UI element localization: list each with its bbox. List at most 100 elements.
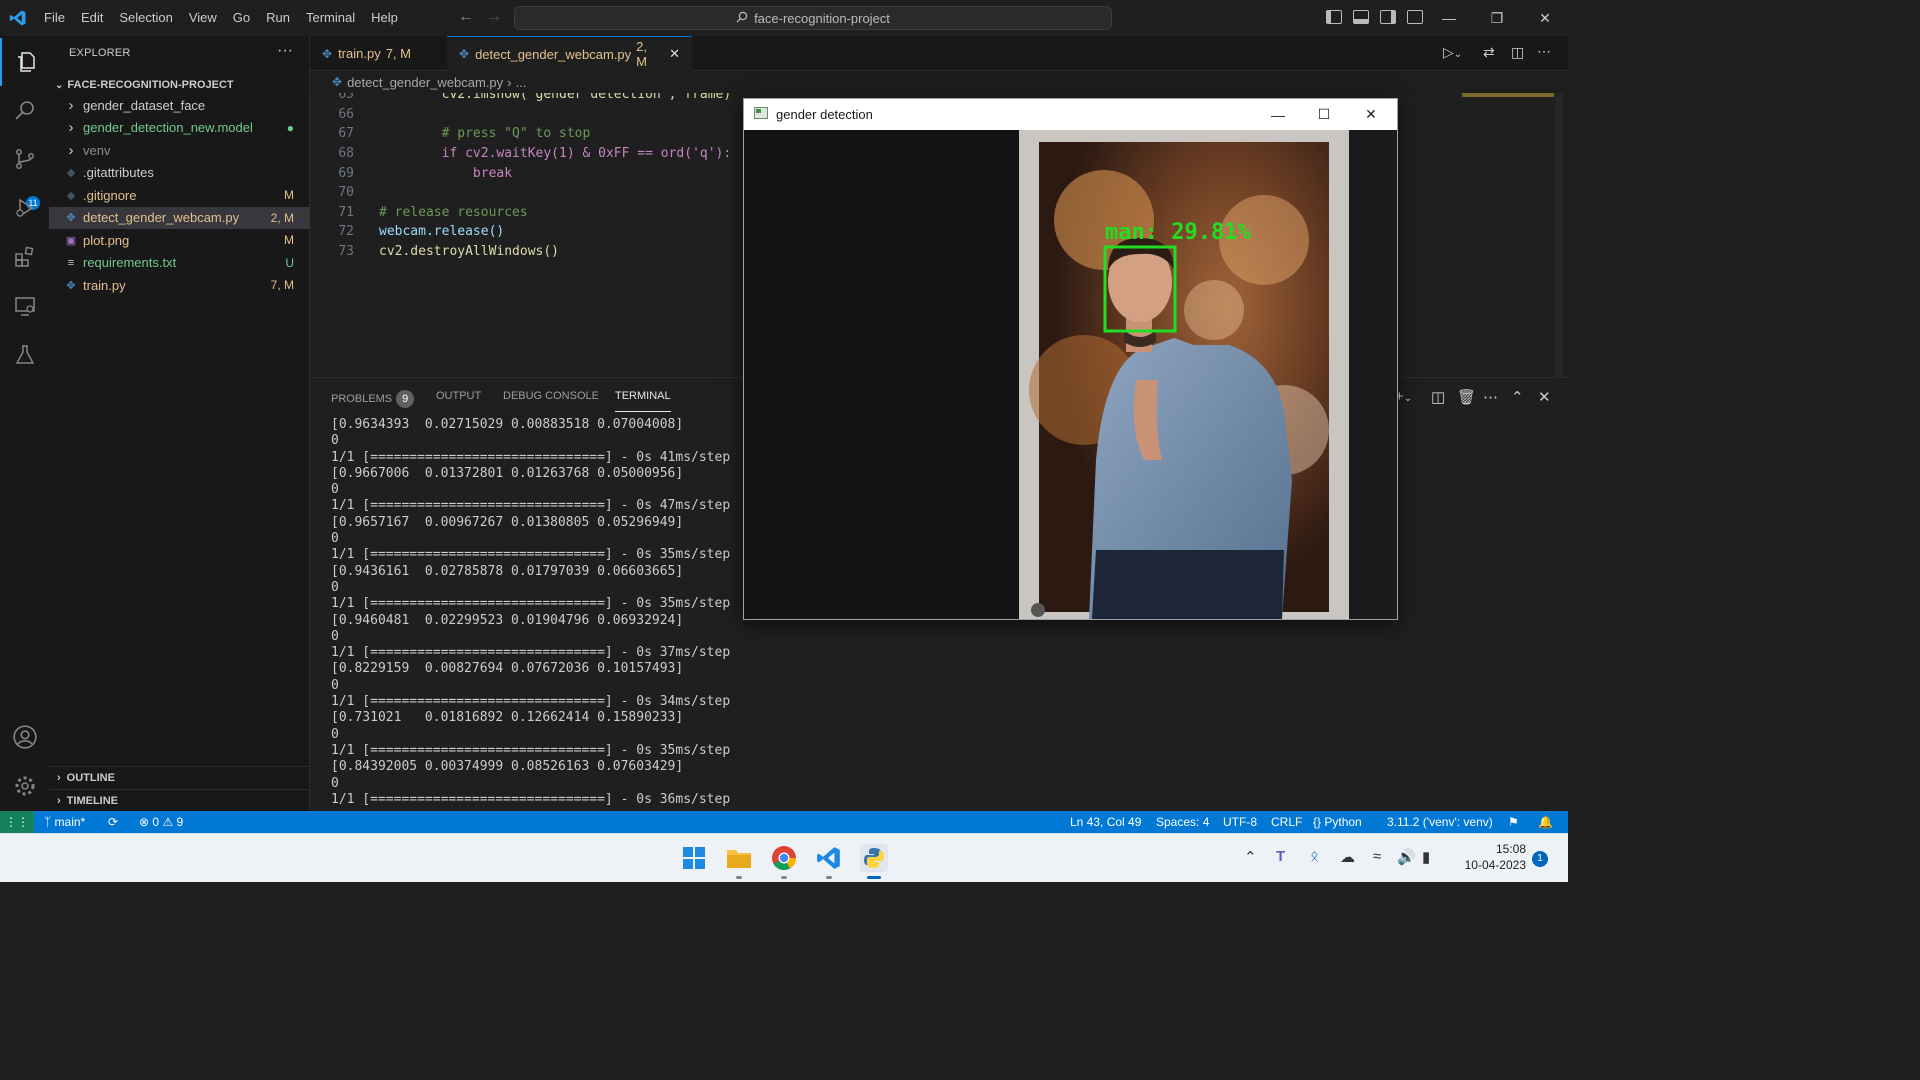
- breadcrumb-file[interactable]: detect_gender_webcam.py: [347, 75, 503, 90]
- explorer-item[interactable]: › gender_detection_new.model ●: [49, 117, 310, 139]
- chevron-up-icon[interactable]: ⌃: [1244, 848, 1257, 866]
- timeline-section[interactable]: › TIMELINE: [49, 789, 310, 811]
- python-interpreter[interactable]: 3.11.2 ('venv': venv): [1387, 811, 1493, 833]
- search-icon[interactable]: [0, 86, 49, 134]
- toggle-primary-sidebar-icon[interactable]: [1326, 10, 1342, 24]
- code-line[interactable]: 66: [310, 105, 354, 125]
- gender-window-titlebar[interactable]: gender detection — ☐ ✕: [744, 99, 1397, 130]
- menu-edit[interactable]: Edit: [73, 0, 111, 36]
- command-center-search[interactable]: face-recognition-project: [514, 6, 1112, 30]
- bluetooth-icon[interactable]: ᛟ: [1310, 848, 1319, 865]
- clock[interactable]: 15:08 10-04-2023: [1456, 842, 1526, 872]
- outline-section[interactable]: › OUTLINE: [49, 766, 310, 788]
- menu-run[interactable]: Run: [258, 0, 298, 36]
- remote-indicator-icon[interactable]: ⋮⋮: [0, 811, 34, 833]
- battery-icon[interactable]: ▮: [1422, 848, 1430, 866]
- tab-debug-console[interactable]: DEBUG CONSOLE: [503, 390, 599, 412]
- menu-go[interactable]: Go: [225, 0, 258, 36]
- wifi-icon[interactable]: ≈: [1373, 848, 1381, 865]
- tab-train-py[interactable]: ✥ train.py 7, M: [310, 36, 445, 71]
- open-changes-icon[interactable]: ⇄: [1483, 44, 1495, 61]
- maximize-icon[interactable]: ☐: [1301, 99, 1347, 130]
- encoding[interactable]: UTF-8: [1223, 811, 1257, 833]
- language-mode[interactable]: {} Python: [1313, 811, 1362, 833]
- onedrive-cloud-icon[interactable]: ☁: [1340, 848, 1355, 866]
- extensions-icon[interactable]: [0, 233, 49, 281]
- explorer-item[interactable]: ◆ .gitattributes: [49, 162, 310, 184]
- explorer-item[interactable]: › venv: [49, 139, 310, 161]
- explorer-item[interactable]: ≡ requirements.txt U: [49, 252, 310, 274]
- close-icon[interactable]: ✕: [1348, 99, 1394, 130]
- explorer-item[interactable]: ▣ plot.png M: [49, 229, 310, 251]
- kill-terminal-icon[interactable]: 🗑: [1457, 388, 1476, 406]
- line-ending[interactable]: CRLF: [1271, 811, 1302, 833]
- minimize-icon[interactable]: —: [1255, 99, 1301, 130]
- tab-problems[interactable]: PROBLEMS 9: [331, 390, 415, 412]
- feedback-icon[interactable]: ⚑: [1508, 811, 1519, 833]
- gender-detection-window[interactable]: gender detection — ☐ ✕ man: 29.81%: [743, 98, 1398, 620]
- file-explorer-icon[interactable]: [725, 844, 753, 872]
- notifications-bell-icon[interactable]: 🔔: [1538, 811, 1553, 833]
- indentation[interactable]: Spaces: 4: [1156, 811, 1209, 833]
- close-icon[interactable]: ✕: [1522, 0, 1568, 36]
- terminal-output[interactable]: [0.9634393 0.02715029 0.00883518 0.07004…: [331, 417, 730, 808]
- windows-start-icon[interactable]: [680, 844, 708, 872]
- explorer-item[interactable]: ✥ train.py 7, M: [49, 274, 310, 296]
- toggle-secondary-sidebar-icon[interactable]: [1380, 10, 1396, 24]
- menu-file[interactable]: File: [36, 0, 73, 36]
- maximize-panel-icon[interactable]: ⌃: [1511, 388, 1524, 406]
- sync-icon[interactable]: ⟳: [108, 811, 118, 833]
- code-line[interactable]: 69 break: [310, 163, 512, 183]
- cursor-position[interactable]: Ln 43, Col 49: [1070, 811, 1141, 833]
- run-debug-icon[interactable]: [0, 184, 49, 232]
- split-terminal-icon[interactable]: ◫: [1431, 388, 1445, 406]
- menu-help[interactable]: Help: [363, 0, 406, 36]
- problems-status[interactable]: ⊗ 0 ⚠ 9: [139, 811, 183, 833]
- notification-badge[interactable]: 1: [1532, 851, 1548, 867]
- explorer-item[interactable]: ◆ .gitignore M: [49, 184, 310, 206]
- forward-arrow-icon[interactable]: →: [486, 8, 502, 26]
- menu-terminal[interactable]: Terminal: [298, 0, 363, 36]
- minimize-icon[interactable]: —: [1426, 0, 1472, 36]
- remote-explorer-icon[interactable]: [0, 282, 49, 330]
- breadcrumb-symbol[interactable]: ...: [516, 75, 527, 90]
- restore-icon[interactable]: ❐: [1474, 0, 1520, 36]
- explorer-item[interactable]: ✥ detect_gender_webcam.py 2, M: [49, 206, 310, 229]
- code-line[interactable]: 65 cv2.imshow("gender detection", frame): [310, 93, 731, 105]
- chrome-icon[interactable]: [770, 844, 798, 872]
- toggle-panel-icon[interactable]: [1353, 10, 1369, 24]
- close-tab-icon[interactable]: ✕: [669, 46, 680, 62]
- back-arrow-icon[interactable]: ←: [458, 8, 474, 26]
- customize-layout-icon[interactable]: [1407, 10, 1423, 24]
- minimap[interactable]: [1460, 93, 1568, 377]
- code-line[interactable]: 71 # release resources: [310, 203, 527, 223]
- editor-more-icon[interactable]: ⋯: [1537, 43, 1551, 60]
- settings-gear-icon[interactable]: [0, 762, 49, 810]
- code-line[interactable]: 68 if cv2.waitKey(1) & 0xFF == ord('q'):: [310, 144, 731, 164]
- close-panel-icon[interactable]: ✕: [1538, 388, 1551, 406]
- volume-icon[interactable]: 🔊: [1397, 848, 1416, 866]
- tab-output[interactable]: OUTPUT: [436, 390, 481, 412]
- menu-selection[interactable]: Selection: [111, 0, 180, 36]
- code-line[interactable]: 70: [310, 183, 354, 203]
- explorer-item[interactable]: › gender_dataset_face: [49, 94, 310, 116]
- split-editor-icon[interactable]: ◫: [1511, 44, 1524, 61]
- code-line[interactable]: 72 webcam.release(): [310, 222, 504, 242]
- tab-terminal[interactable]: TERMINAL: [615, 390, 671, 412]
- python-icon[interactable]: [860, 844, 888, 872]
- testing-icon[interactable]: [0, 331, 49, 379]
- workspace-folder-header[interactable]: ⌄ FACE-RECOGNITION-PROJECT: [49, 74, 310, 96]
- code-line[interactable]: 67 # press "Q" to stop: [310, 124, 590, 144]
- tab-detect-gender-webcam-py[interactable]: ✥ detect_gender_webcam.py 2, M ✕: [447, 36, 692, 71]
- vscode-icon[interactable]: [815, 844, 843, 872]
- explorer-icon[interactable]: [0, 38, 49, 86]
- source-control-icon[interactable]: [0, 135, 49, 183]
- panel-more-icon[interactable]: ⋯: [1483, 388, 1498, 406]
- menu-view[interactable]: View: [181, 0, 225, 36]
- git-branch[interactable]: ᛉ main*: [44, 811, 85, 833]
- account-icon[interactable]: [0, 713, 49, 761]
- more-actions-icon[interactable]: ···: [277, 42, 293, 60]
- run-python-file-icon[interactable]: ▷⌄: [1443, 44, 1462, 61]
- code-line[interactable]: 73 cv2.destroyAllWindows(): [310, 242, 559, 262]
- teams-icon[interactable]: T: [1276, 848, 1285, 865]
